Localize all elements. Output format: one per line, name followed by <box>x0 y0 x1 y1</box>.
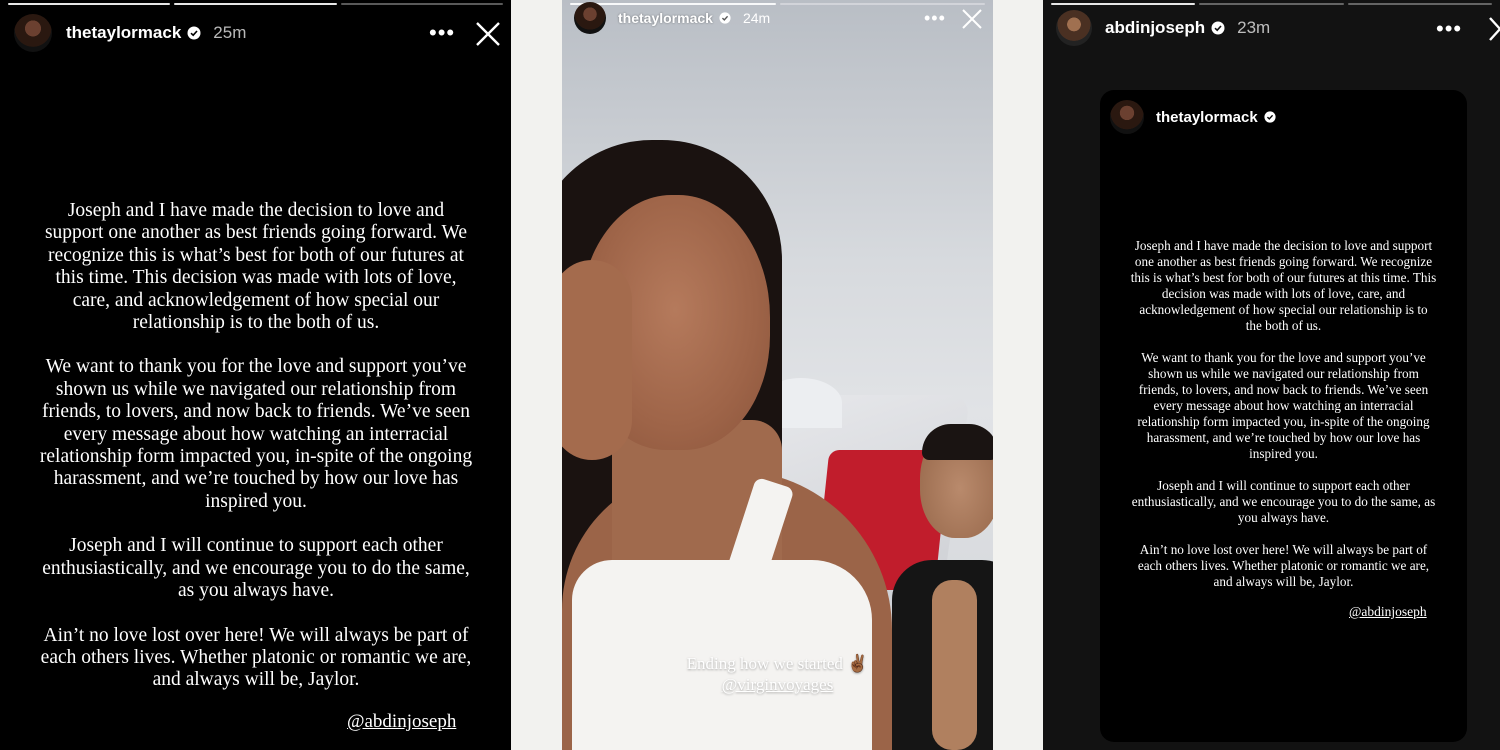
story-panel-thetaylormack-text[interactable]: thetaylormack 25m ••• Joseph and I have … <box>0 0 511 750</box>
story-paragraph: Joseph and I will continue to support ea… <box>42 535 470 602</box>
more-options-icon[interactable]: ••• <box>924 9 946 27</box>
story-paragraph: Joseph and I will continue to support ea… <box>1131 478 1436 525</box>
story-panel-thetaylormack-photo[interactable]: thetaylormack 24m ••• Ending how we star… <box>562 0 993 750</box>
story-paragraph: Ain’t no love lost over here! We will al… <box>40 624 472 691</box>
progress-segment <box>1347 3 1492 5</box>
verified-badge-icon <box>719 12 731 24</box>
close-icon[interactable] <box>475 21 501 47</box>
chevron-right-icon[interactable] <box>1488 16 1500 42</box>
verified-badge-icon <box>1264 111 1276 123</box>
mention-link[interactable]: @abdinjoseph <box>347 711 456 733</box>
story-progress-bar <box>0 3 511 5</box>
shared-story-message: Joseph and I have made the decision to l… <box>1130 238 1437 606</box>
username[interactable]: thetaylormack <box>618 10 713 26</box>
story-header: abdinjoseph 23m <box>1056 10 1270 46</box>
progress-segment <box>1199 3 1344 5</box>
more-options-icon[interactable]: ••• <box>429 22 455 44</box>
mention-link[interactable]: @abdinjoseph <box>1349 604 1427 620</box>
close-icon[interactable] <box>961 8 983 30</box>
timestamp: 24m <box>742 10 771 26</box>
more-options-icon[interactable]: ••• <box>1436 18 1462 40</box>
verified-badge-icon <box>1211 21 1225 35</box>
progress-segment <box>174 3 337 5</box>
story-paragraph: Joseph and I have made the decision to l… <box>44 200 468 334</box>
story-header: thetaylormack 25m <box>14 14 246 52</box>
username[interactable]: abdinjoseph <box>1105 18 1205 38</box>
reshared-story-card[interactable]: thetaylormack Joseph and I have made the… <box>1100 90 1467 742</box>
progress-segment <box>340 3 503 5</box>
avatar[interactable] <box>574 2 606 34</box>
story-message: Joseph and I have made the decision to l… <box>38 200 474 714</box>
avatar[interactable] <box>1110 100 1144 134</box>
username[interactable]: thetaylormack <box>66 23 181 43</box>
shared-post-header: thetaylormack <box>1110 100 1276 134</box>
progress-segment <box>779 3 985 5</box>
timestamp: 23m <box>1237 18 1271 37</box>
story-paragraph: Joseph and I have made the decision to l… <box>1130 238 1437 333</box>
verified-badge-icon <box>187 26 201 40</box>
story-paragraph: Ain’t no love lost over here! We will al… <box>1137 542 1430 589</box>
progress-segment <box>1051 3 1196 5</box>
timestamp: 25m <box>213 23 247 42</box>
story-paragraph: We want to thank you for the love and su… <box>39 356 473 512</box>
story-paragraph: We want to thank you for the love and su… <box>1137 350 1430 461</box>
avatar[interactable] <box>1056 10 1092 46</box>
story-header: thetaylormack 24m <box>574 2 770 34</box>
story-panel-abdinjoseph-reshare[interactable]: abdinjoseph 23m ••• thetaylormack Joseph… <box>1043 0 1500 750</box>
progress-segment <box>8 3 171 5</box>
username[interactable]: thetaylormack <box>1156 109 1258 126</box>
avatar[interactable] <box>14 14 52 52</box>
story-progress-bar <box>1043 3 1500 5</box>
mention-link[interactable]: @virginvoyages <box>562 675 993 695</box>
story-caption: Ending how we started ✌🏾 <box>686 654 869 673</box>
